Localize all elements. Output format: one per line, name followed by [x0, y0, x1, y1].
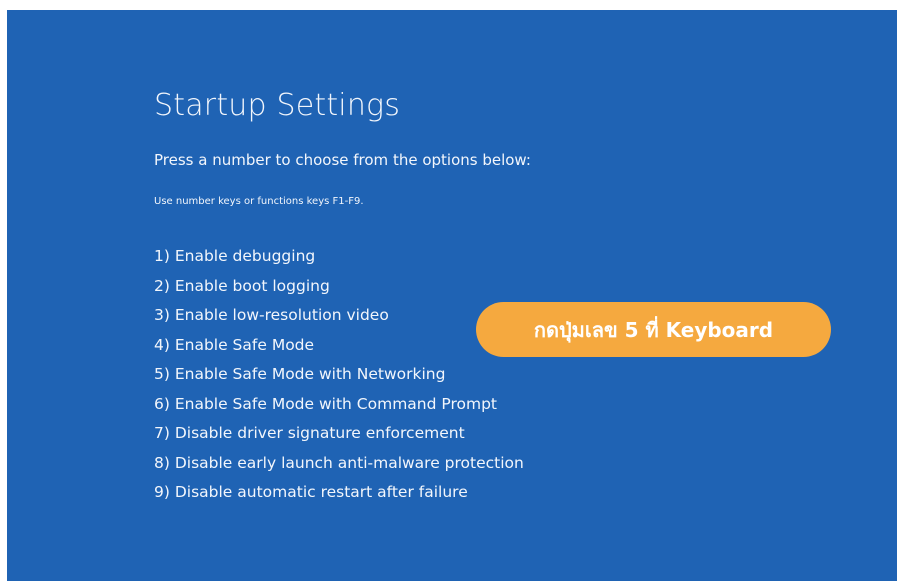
option-enable-safe-mode-command-prompt[interactable]: 6) Enable Safe Mode with Command Prompt: [154, 395, 524, 425]
option-enable-boot-logging[interactable]: 2) Enable boot logging: [154, 277, 524, 307]
option-disable-early-launch-anti-malware[interactable]: 8) Disable early launch anti-malware pro…: [154, 454, 524, 484]
instruction-text: Press a number to choose from the option…: [154, 151, 531, 169]
option-enable-safe-mode-networking[interactable]: 5) Enable Safe Mode with Networking: [154, 365, 524, 395]
startup-options-list: 1) Enable debugging 2) Enable boot loggi…: [154, 247, 524, 513]
option-disable-driver-signature-enforcement[interactable]: 7) Disable driver signature enforcement: [154, 424, 524, 454]
option-enable-debugging[interactable]: 1) Enable debugging: [154, 247, 524, 277]
option-enable-safe-mode[interactable]: 4) Enable Safe Mode: [154, 336, 524, 366]
key-hint-text: Use number keys or functions keys F1-F9.: [154, 196, 364, 207]
instruction-callout-badge: กดปุ่มเลข 5 ที่ Keyboard: [476, 302, 831, 357]
option-disable-automatic-restart[interactable]: 9) Disable automatic restart after failu…: [154, 483, 524, 513]
page-title: Startup Settings: [154, 88, 401, 123]
option-enable-low-resolution-video[interactable]: 3) Enable low-resolution video: [154, 306, 524, 336]
startup-settings-screen: Startup Settings Press a number to choos…: [7, 10, 897, 581]
